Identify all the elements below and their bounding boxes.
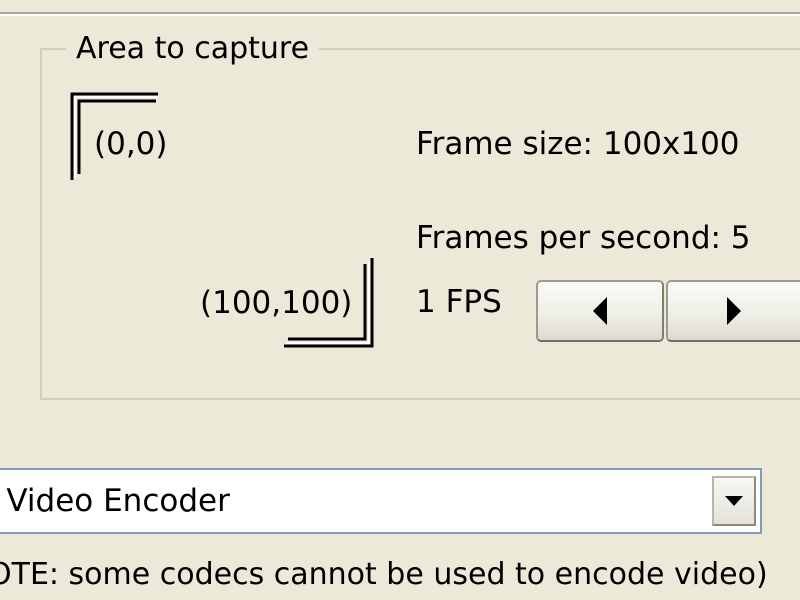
codec-note: OTE: some codecs cannot be used to encod…: [0, 557, 768, 592]
fps-minimum-label: 1 FPS: [416, 284, 502, 320]
left-arrow-icon: [593, 297, 607, 325]
frames-per-second-label: Frames per second: 5: [416, 220, 751, 256]
top-divider: [0, 12, 800, 16]
decrease-fps-button[interactable]: [536, 280, 664, 342]
codec-selected-value: ' Video Encoder: [0, 483, 230, 519]
bottom-right-coordinate: (100,100): [200, 285, 353, 321]
codec-dropdown-button[interactable]: [712, 476, 756, 526]
codec-select[interactable]: ' Video Encoder: [0, 468, 762, 534]
area-to-capture-title: Area to capture: [66, 30, 320, 68]
capture-settings-panel: Area to capture (0,0) (100,100) Frame si…: [0, 0, 800, 600]
top-left-coordinate: (0,0): [94, 126, 168, 162]
right-arrow-icon: [727, 297, 741, 325]
frame-size-label: Frame size: 100x100: [416, 126, 740, 162]
increase-fps-button[interactable]: [666, 280, 800, 342]
chevron-down-icon: [725, 496, 743, 506]
